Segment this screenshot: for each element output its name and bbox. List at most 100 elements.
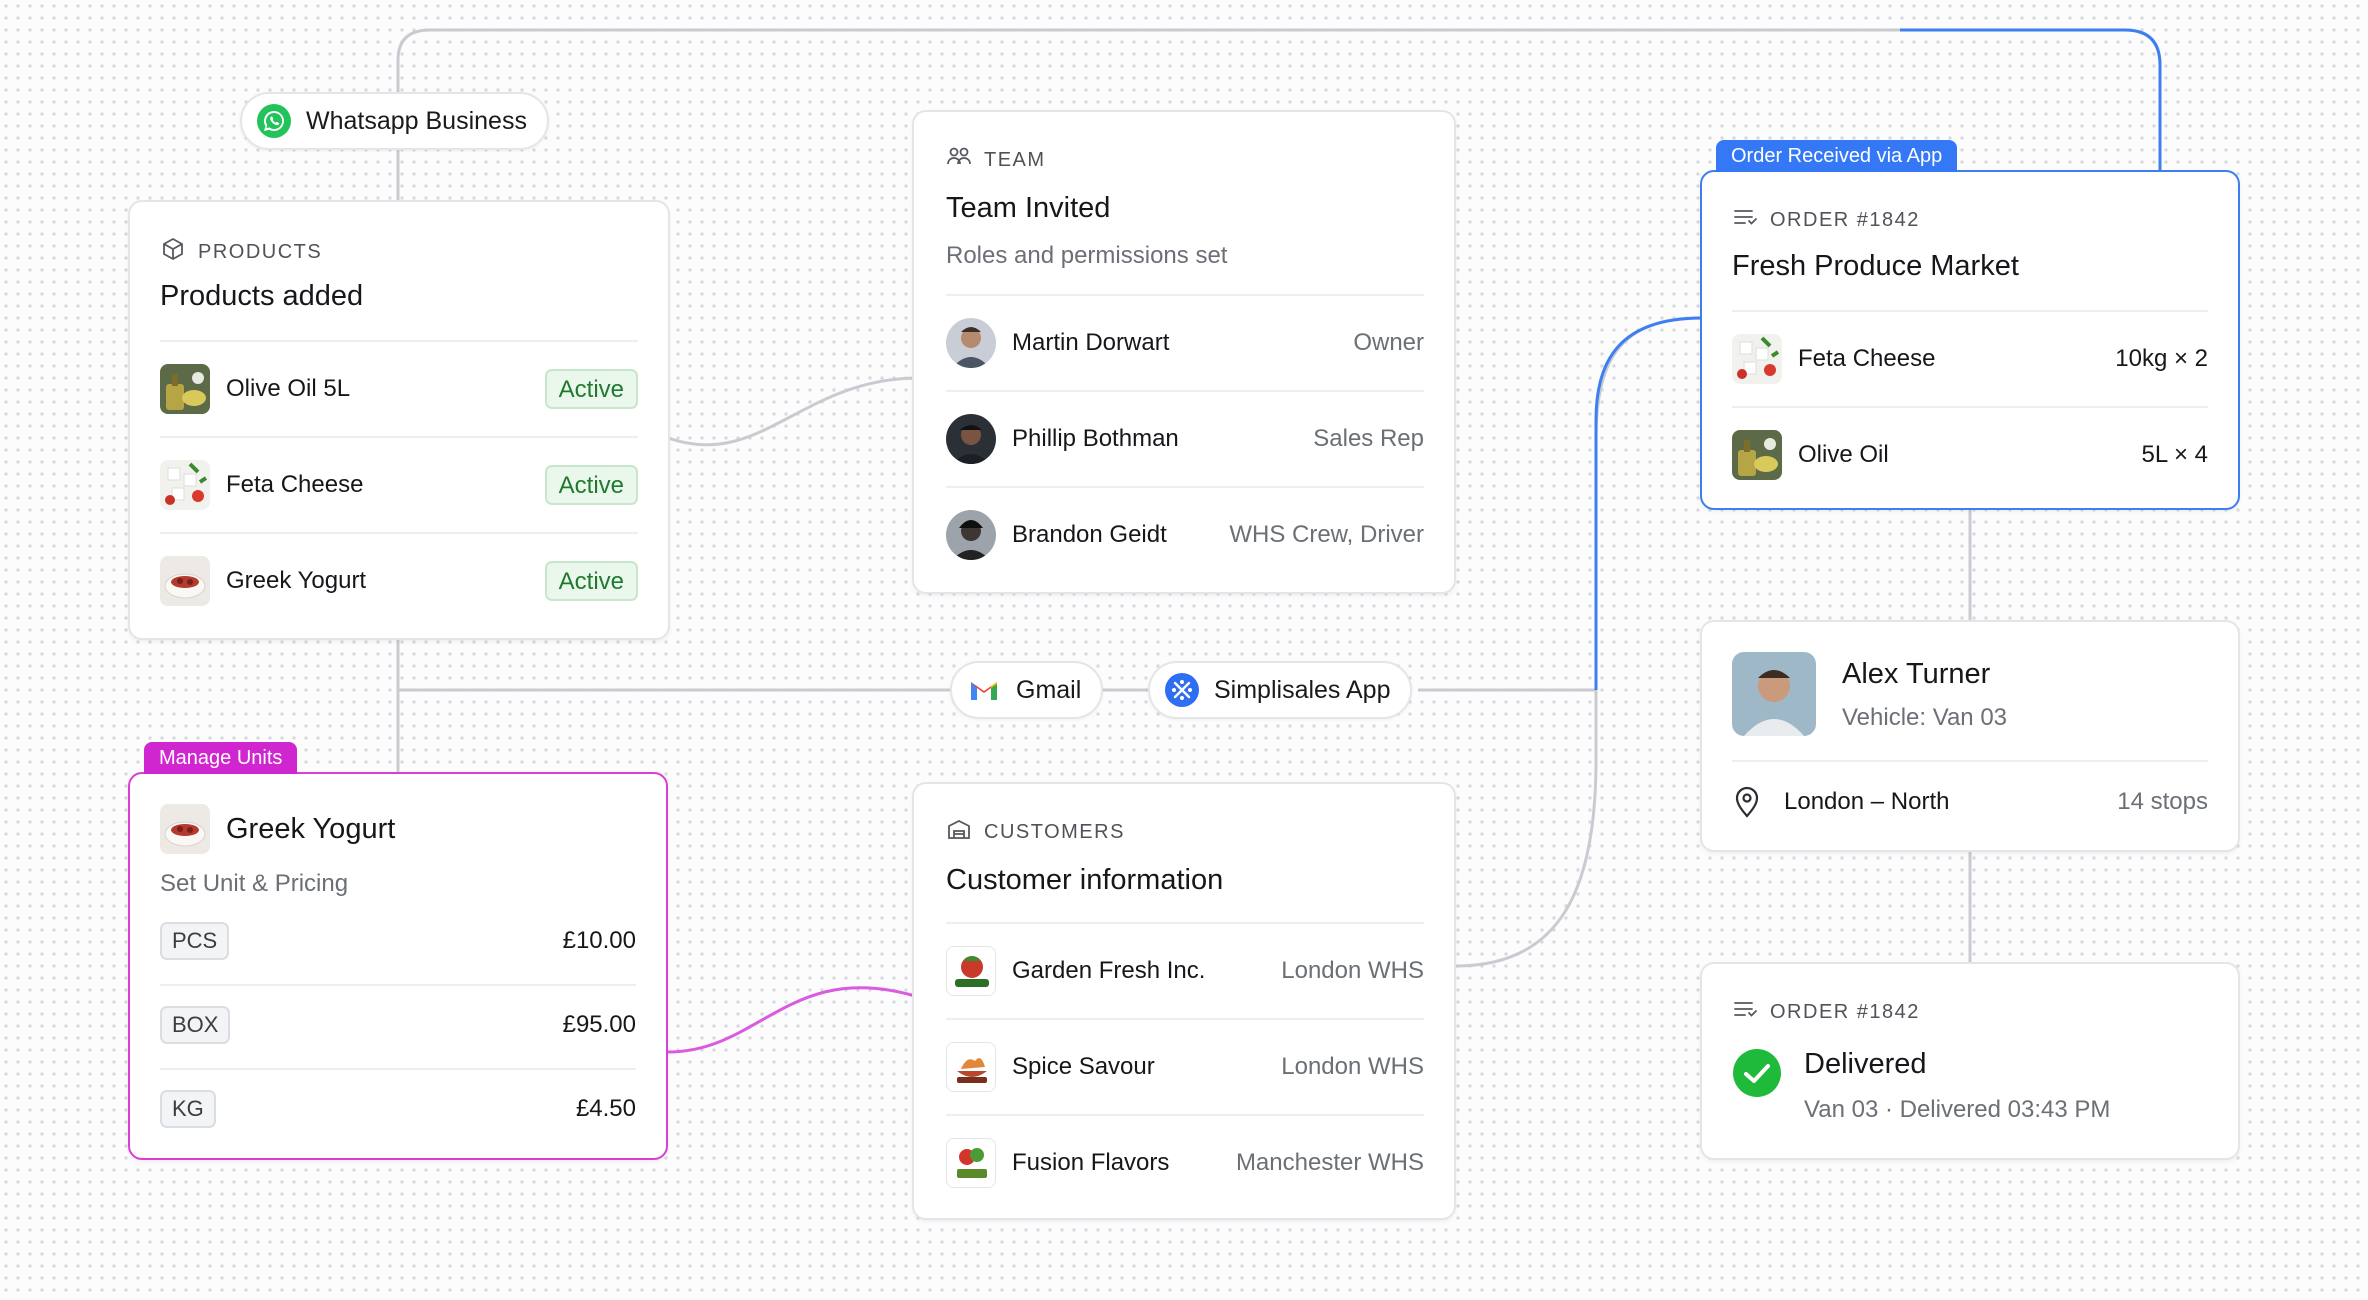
unit-row[interactable]: BOX £95.00 xyxy=(160,1004,636,1046)
customers-card: CUSTOMERS Customer information Garden Fr… xyxy=(912,782,1456,1220)
greek-yogurt-thumbnail xyxy=(160,804,210,854)
route-row[interactable]: London – North 14 stops xyxy=(1732,782,2208,822)
delivered-detail: Van 03 · Delivered 03:43 PM xyxy=(1804,1096,2111,1123)
manage-units-tag: Manage Units xyxy=(144,742,298,774)
divider xyxy=(1732,760,2208,762)
divider xyxy=(160,984,636,986)
customers-title: Customer information xyxy=(946,864,1224,896)
divider xyxy=(160,532,638,534)
unit-label: KG xyxy=(160,1090,216,1128)
product-row[interactable]: Olive Oil 5L Active xyxy=(160,364,638,414)
divider xyxy=(946,390,1424,392)
member-role: Owner xyxy=(1353,329,1424,356)
divider xyxy=(160,436,638,438)
olive-oil-thumbnail xyxy=(1732,430,1782,480)
customer-row[interactable]: Spice Savour London WHS xyxy=(946,1042,1424,1092)
divider xyxy=(946,294,1424,296)
avatar xyxy=(946,510,996,560)
manage-units-title: Greek Yogurt xyxy=(226,812,396,845)
product-name: Greek Yogurt xyxy=(226,567,367,594)
customer-location: London WHS xyxy=(1281,1053,1424,1080)
whatsapp-icon xyxy=(256,103,292,139)
delivered-eyebrow: ORDER #1842 xyxy=(1732,996,1920,1028)
team-title: Team Invited xyxy=(946,192,1111,224)
product-name: Olive Oil 5L xyxy=(226,375,351,402)
route-name: London – North xyxy=(1784,788,1950,815)
unit-price: £10.00 xyxy=(562,927,636,954)
unit-row[interactable]: PCS £10.00 xyxy=(160,920,636,962)
unit-label: BOX xyxy=(160,1006,231,1044)
order-item-row[interactable]: Olive Oil 5L × 4 xyxy=(1732,430,2208,480)
divider xyxy=(160,340,638,342)
order-item-qty: 10kg × 2 xyxy=(2115,345,2208,372)
product-row[interactable]: Feta Cheese Active xyxy=(160,460,638,510)
simplisales-icon xyxy=(1164,672,1200,708)
location-pin-icon xyxy=(1732,785,1762,819)
team-member-row[interactable]: Phillip Bothman Sales Rep xyxy=(946,414,1424,464)
simplisales-app-pill[interactable]: Simplisales App xyxy=(1148,661,1413,719)
feta-cheese-thumbnail xyxy=(160,460,210,510)
delivered-title: Delivered xyxy=(1804,1048,1927,1080)
team-subtitle: Roles and permissions set xyxy=(946,242,1228,269)
check-circle-icon xyxy=(1732,1048,1782,1098)
divider xyxy=(160,1068,636,1070)
building-icon xyxy=(946,816,972,848)
driver-name: Alex Turner xyxy=(1842,658,1991,690)
simplisales-label: Simplisales App xyxy=(1214,675,1391,704)
team-eyebrow-label: TEAM xyxy=(984,148,1046,171)
order-list-icon xyxy=(1732,996,1758,1028)
product-name: Feta Cheese xyxy=(226,471,364,498)
divider xyxy=(946,486,1424,488)
member-name: Phillip Bothman xyxy=(1012,425,1179,452)
team-eyebrow: TEAM xyxy=(946,144,1046,176)
driver-photo xyxy=(1732,652,1816,736)
customer-location: Manchester WHS xyxy=(1235,1149,1424,1176)
unit-label: PCS xyxy=(160,922,230,960)
customer-row[interactable]: Fusion Flavors Manchester WHS xyxy=(946,1138,1424,1188)
customer-logo xyxy=(946,1138,996,1188)
feta-cheese-thumbnail xyxy=(1732,334,1782,384)
order-item-row[interactable]: Feta Cheese 10kg × 2 xyxy=(1732,334,2208,384)
team-member-row[interactable]: Brandon Geidt WHS Crew, Driver xyxy=(946,510,1424,560)
customer-logo xyxy=(946,1042,996,1092)
divider xyxy=(1732,406,2208,408)
team-member-row[interactable]: Martin Dorwart Owner xyxy=(946,318,1424,368)
whatsapp-business-pill[interactable]: Whatsapp Business xyxy=(240,92,549,150)
member-role: WHS Crew, Driver xyxy=(1229,521,1424,548)
gmail-pill[interactable]: Gmail xyxy=(950,661,1104,719)
member-name: Martin Dorwart xyxy=(1012,329,1170,356)
divider xyxy=(1732,310,2208,312)
order-card: ORDER #1842 Fresh Produce Market Feta Ch… xyxy=(1700,170,2240,510)
customer-logo xyxy=(946,946,996,996)
products-eyebrow-label: PRODUCTS xyxy=(198,240,323,263)
whatsapp-business-label: Whatsapp Business xyxy=(306,106,527,135)
divider xyxy=(946,1114,1424,1116)
member-role: Sales Rep xyxy=(1313,425,1424,452)
avatar xyxy=(946,414,996,464)
products-title: Products added xyxy=(160,280,364,312)
unit-price: £4.50 xyxy=(575,1095,636,1122)
order-received-tag: Order Received via App xyxy=(1716,140,1958,172)
delivered-card: ORDER #1842 Delivered Van 03 · Delivered… xyxy=(1700,962,2240,1160)
order-item-name: Feta Cheese xyxy=(1798,345,1936,372)
order-eyebrow: ORDER #1842 xyxy=(1732,204,1920,236)
team-card: TEAM Team Invited Roles and permissions … xyxy=(912,110,1456,594)
status-badge: Active xyxy=(544,369,638,409)
customers-eyebrow: CUSTOMERS xyxy=(946,816,1125,848)
avatar xyxy=(946,318,996,368)
status-badge: Active xyxy=(544,561,638,601)
order-item-qty: 5L × 4 xyxy=(2141,441,2208,468)
gmail-icon xyxy=(966,672,1002,708)
customer-row[interactable]: Garden Fresh Inc. London WHS xyxy=(946,946,1424,996)
gmail-label: Gmail xyxy=(1016,675,1082,704)
driver-card: Alex Turner Vehicle: Van 03 London – Nor… xyxy=(1700,620,2240,852)
manage-units-header: Greek Yogurt xyxy=(160,804,395,854)
manage-units-subtitle: Set Unit & Pricing xyxy=(160,870,349,897)
team-icon xyxy=(946,144,972,176)
box-icon xyxy=(160,236,186,268)
greek-yogurt-thumbnail xyxy=(160,556,210,606)
product-row[interactable]: Greek Yogurt Active xyxy=(160,556,638,606)
delivered-eyebrow-label: ORDER #1842 xyxy=(1770,1000,1920,1023)
unit-row[interactable]: KG £4.50 xyxy=(160,1088,636,1130)
customer-name: Fusion Flavors xyxy=(1012,1149,1170,1176)
